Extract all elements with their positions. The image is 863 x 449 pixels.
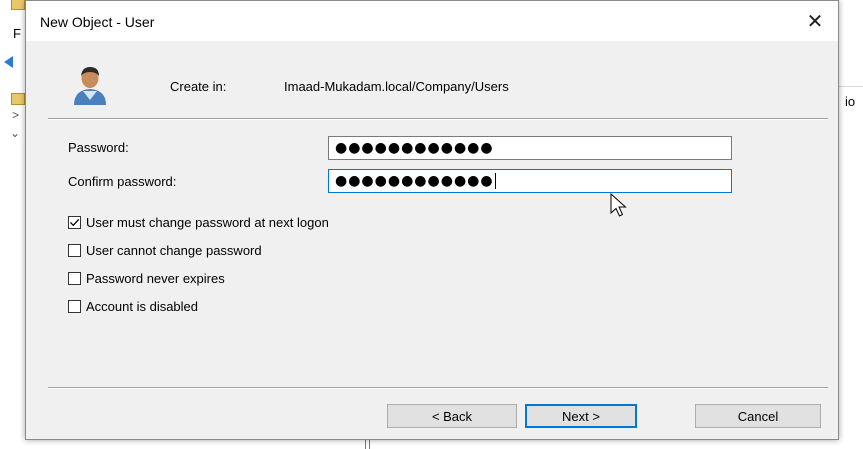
next-button[interactable]: Next > [525, 404, 637, 428]
password-label: Password: [68, 140, 129, 155]
top-divider [48, 118, 828, 120]
dialog-title: New Object - User [40, 14, 155, 30]
checkbox-password-never-expires[interactable] [68, 272, 81, 285]
option-label: Account is disabled [86, 299, 199, 314]
option-label: User cannot change password [86, 243, 262, 258]
background-splitter [365, 439, 366, 449]
confirm-password-field[interactable]: ●●●●●●●●●●●● [328, 169, 732, 193]
password-value: ●●●●●●●●●●●● [335, 140, 494, 156]
background-collapse-icon: ⌄ [10, 126, 21, 140]
background-menu-letter: F [13, 26, 21, 41]
option-password-never-expires[interactable]: Password never expires [68, 271, 225, 286]
background-column-text: io [845, 94, 856, 109]
close-icon[interactable]: ✕ [792, 1, 838, 41]
background-header-line [837, 86, 863, 87]
background-splitter-2 [369, 439, 370, 449]
option-cannot-change-password[interactable]: User cannot change password [68, 243, 262, 258]
back-button[interactable]: < Back [387, 404, 517, 428]
mouse-pointer-icon [610, 193, 627, 217]
confirm-password-label: Confirm password: [68, 174, 177, 189]
background-expand-icon: > [12, 108, 20, 122]
checkbox-cannot-change-password[interactable] [68, 244, 81, 257]
text-caret [494, 173, 496, 189]
checkbox-account-disabled[interactable] [68, 300, 81, 313]
checkbox-must-change-password[interactable] [68, 216, 81, 229]
background-tree-folder-icon [11, 93, 25, 105]
bottom-divider [48, 387, 828, 389]
new-object-user-dialog: New Object - User ✕ Create in: Imaad-Muk… [25, 0, 839, 440]
cancel-button[interactable]: Cancel [695, 404, 821, 428]
option-account-disabled[interactable]: Account is disabled [68, 299, 198, 314]
option-must-change-password[interactable]: User must change password at next logon [68, 215, 329, 230]
option-label: User must change password at next logon [86, 215, 329, 230]
background-back-arrow-icon [4, 56, 13, 68]
option-label: Password never expires [86, 271, 225, 286]
checkbox-check-icon [70, 218, 80, 227]
password-field[interactable]: ●●●●●●●●●●●● [328, 136, 732, 160]
create-in-path: Imaad-Mukadam.local/Company/Users [284, 79, 509, 94]
user-icon [74, 67, 106, 105]
dialog-titlebar[interactable]: New Object - User ✕ [26, 1, 838, 41]
confirm-password-value: ●●●●●●●●●●●● [335, 173, 494, 189]
create-in-label: Create in: [170, 79, 227, 94]
background-folder-icon [11, 0, 25, 10]
